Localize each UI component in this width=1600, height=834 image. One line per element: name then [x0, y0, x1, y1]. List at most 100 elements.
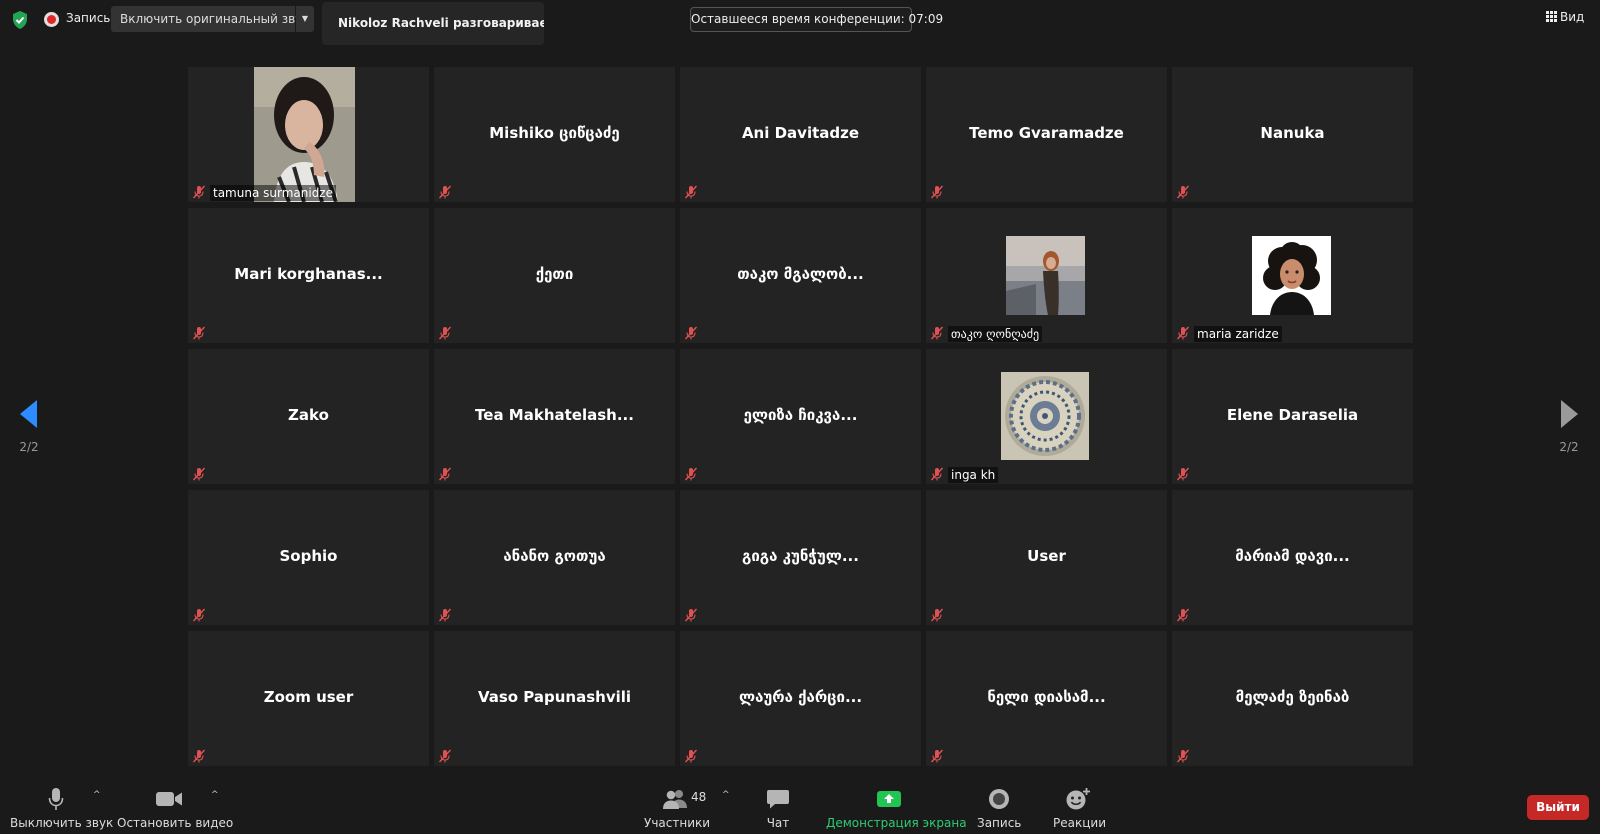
muted-mic-icon — [930, 607, 944, 622]
muted-mic-icon — [930, 184, 944, 199]
muted-mic-icon — [438, 325, 452, 340]
mute-button[interactable]: Выключить звук — [10, 786, 113, 830]
next-page-button[interactable]: 2/2 — [1540, 370, 1598, 458]
participant-name: User — [1027, 547, 1066, 565]
muted-mic-icon — [930, 325, 944, 340]
reactions-label: Реакции — [1053, 816, 1106, 830]
participant-name-label: maria zaridze — [1194, 326, 1282, 342]
participant-video — [1001, 372, 1089, 460]
participant-tile[interactable]: tamuna surmanidze — [188, 67, 429, 202]
muted-mic-icon — [1176, 325, 1190, 340]
participant-name: ქეთი — [535, 265, 574, 283]
participant-tile[interactable]: maria zaridze — [1172, 208, 1413, 343]
participant-tile[interactable]: თაკო მგალობ... — [680, 208, 921, 343]
muted-mic-icon — [684, 184, 698, 199]
participant-tile[interactable]: მელაძე ზეინაბ — [1172, 631, 1413, 766]
audio-options-caret[interactable]: ^ — [93, 790, 101, 800]
participant-name: მელაძე ზეინაბ — [1235, 688, 1350, 706]
video-options-caret[interactable]: ^ — [211, 790, 219, 800]
participant-grid: tamuna surmanidze Mishiko ციწცაძე Ani Davi… — [188, 67, 1413, 767]
participant-name: Mishiko ციწცაძე — [489, 124, 620, 142]
participant-name: მარიამ დავი... — [1235, 547, 1350, 565]
chat-button[interactable]: Чат — [762, 786, 794, 830]
participant-video — [254, 67, 355, 202]
participant-tile[interactable]: მარიამ დავი... — [1172, 490, 1413, 625]
participant-video — [1252, 236, 1331, 315]
participant-tile[interactable]: User — [926, 490, 1167, 625]
participant-tile[interactable]: Temo Gvaramadze — [926, 67, 1167, 202]
participant-name-label: inga kh — [948, 467, 999, 483]
participant-video — [1006, 236, 1085, 315]
share-screen-button[interactable]: Демонстрация экрана — [826, 786, 967, 830]
view-button[interactable]: Вид — [1546, 10, 1584, 24]
stop-video-label: Остановить видео — [117, 816, 234, 830]
meeting-toolbar: Выключить звук ^ Остановить видео ^ Учас… — [0, 776, 1600, 834]
record-button[interactable]: Запись — [977, 786, 1021, 830]
participant-name: Temo Gvaramadze — [969, 124, 1124, 142]
microphone-icon — [48, 788, 64, 810]
page-indicator-right: 2/2 — [1559, 440, 1579, 454]
muted-mic-icon — [438, 184, 452, 199]
grid-view-icon — [1546, 11, 1557, 22]
participant-tile[interactable]: Elene Daraselia — [1172, 349, 1413, 484]
participant-tile[interactable]: ანანო გოთუა — [434, 490, 675, 625]
participants-options-caret[interactable]: ^ — [722, 790, 730, 800]
muted-mic-icon — [1176, 748, 1190, 763]
add-reaction-icon — [1066, 788, 1090, 810]
participant-tile[interactable]: ლაურა ქარცი... — [680, 631, 921, 766]
previous-page-button[interactable]: 2/2 — [0, 370, 58, 458]
view-label: Вид — [1560, 10, 1585, 24]
participant-tile[interactable]: Mari korghanas... — [188, 208, 429, 343]
reactions-button[interactable]: Реакции — [1053, 786, 1106, 830]
muted-mic-icon — [192, 184, 206, 199]
participant-name: ელიზა ჩიკვა... — [743, 406, 858, 424]
participant-name: ნელი დიასამ... — [987, 688, 1106, 706]
muted-mic-icon — [684, 466, 698, 481]
participant-name: ანანო გოთუა — [503, 547, 606, 565]
participant-tile[interactable]: ქეთი — [434, 208, 675, 343]
participant-tile[interactable]: ელიზა ჩიკვა... — [680, 349, 921, 484]
chat-label: Чат — [766, 816, 790, 830]
video-camera-icon — [156, 792, 182, 806]
participant-tile[interactable]: გიგა კუნჭულ... — [680, 490, 921, 625]
leave-meeting-button[interactable]: Выйти — [1527, 795, 1589, 820]
participant-name: Zako — [288, 406, 329, 424]
stop-video-button[interactable]: Остановить видео — [117, 786, 234, 830]
participant-tile[interactable]: inga kh — [926, 349, 1167, 484]
participant-name: თაკო მგალობ... — [737, 265, 864, 283]
record-icon — [989, 789, 1009, 809]
muted-mic-icon — [192, 466, 206, 481]
participant-name: Nanuka — [1260, 124, 1325, 142]
participant-tile[interactable]: Ani Davitadze — [680, 67, 921, 202]
participant-name: Zoom user — [263, 688, 354, 706]
shield-icon[interactable] — [10, 10, 30, 30]
muted-mic-icon — [438, 748, 452, 763]
arrow-right-icon — [1561, 400, 1578, 428]
original-sound-button[interactable]: Включить оригинальный звук — [111, 6, 310, 32]
participant-tile[interactable]: Sophio — [188, 490, 429, 625]
participant-tile[interactable]: Zoom user — [188, 631, 429, 766]
participants-count: 48 — [691, 790, 707, 804]
participant-name: Tea Makhatelash... — [475, 406, 634, 424]
share-screen-label: Демонстрация экрана — [826, 816, 967, 830]
participant-name-label: tamuna surmanidze — [210, 185, 336, 201]
muted-mic-icon — [1176, 607, 1190, 622]
active-speaker-indicator: Nikoloz Rachveli разговаривает... — [322, 2, 544, 45]
muted-mic-icon — [192, 325, 206, 340]
muted-mic-icon — [192, 607, 206, 622]
participant-name: Elene Daraselia — [1226, 406, 1359, 424]
participant-tile[interactable]: Mishiko ციწცაძე — [434, 67, 675, 202]
participant-tile[interactable]: Zako — [188, 349, 429, 484]
original-sound-dropdown[interactable]: ▼ — [296, 6, 314, 32]
participant-tile[interactable]: ნელი დიასამ... — [926, 631, 1167, 766]
participant-tile[interactable]: Vaso Papunashvili — [434, 631, 675, 766]
participant-name: Sophio — [279, 547, 338, 565]
participant-tile[interactable]: Tea Makhatelash... — [434, 349, 675, 484]
participant-name: გიგა კუნჭულ... — [742, 547, 859, 565]
participant-tile[interactable]: თაკო ღონღაძე — [926, 208, 1167, 343]
caret-down-icon: ▼ — [301, 14, 309, 23]
top-bar: Запись Включить оригинальный звук ▼ Niko… — [0, 0, 1600, 45]
muted-mic-icon — [1176, 184, 1190, 199]
participant-tile[interactable]: Nanuka — [1172, 67, 1413, 202]
muted-mic-icon — [930, 748, 944, 763]
